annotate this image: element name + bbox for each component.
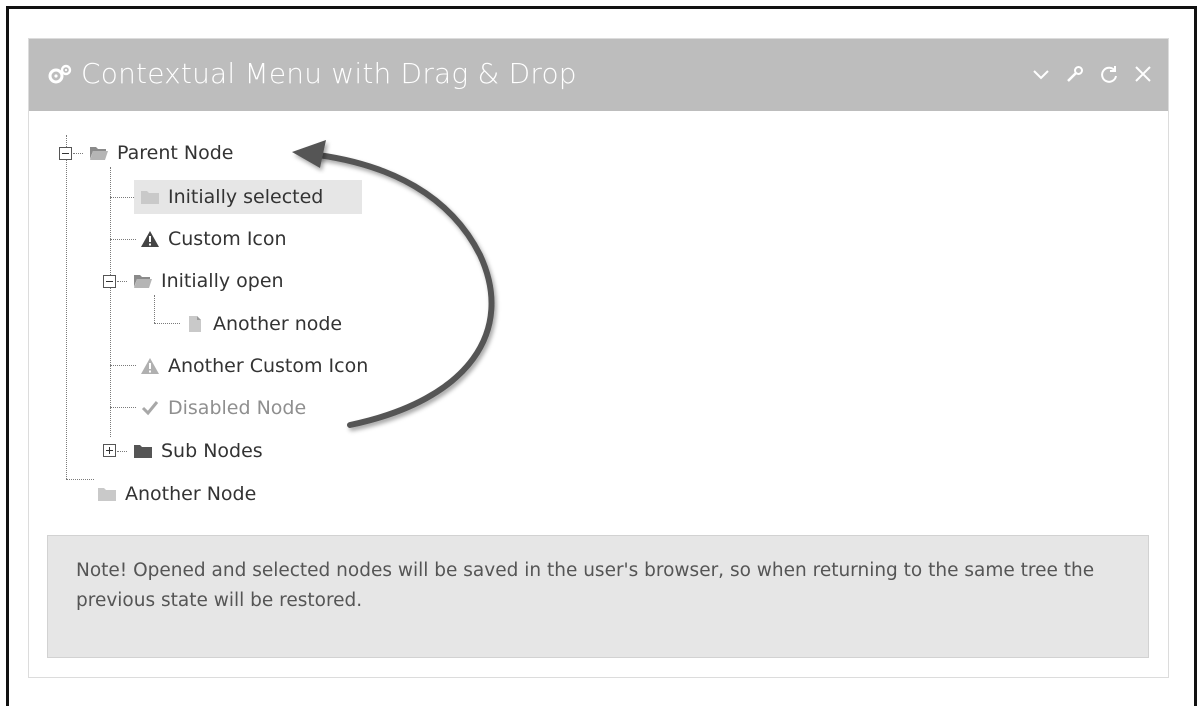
panel-header: Contextual Menu with Drag & Drop <box>29 39 1168 111</box>
toggle-parent-node[interactable] <box>59 147 72 160</box>
refresh-icon <box>1101 66 1117 83</box>
note-text: Note! Opened and selected nodes will be … <box>76 560 1095 611</box>
tree-node-initially-selected[interactable]: Initially selected <box>134 180 362 214</box>
wrench-icon <box>1067 66 1083 82</box>
tree-node-initially-open[interactable]: Initially open <box>127 264 290 298</box>
folder-dark-icon <box>134 445 152 458</box>
panel-title: Contextual Menu with Drag & Drop <box>47 57 577 91</box>
file-icon <box>189 316 201 332</box>
toggle-sub-nodes[interactable] <box>103 444 116 457</box>
warning-icon-light <box>141 358 159 374</box>
warning-icon <box>141 231 159 247</box>
tree-node-disabled[interactable]: Disabled Node <box>134 391 312 425</box>
refresh-button[interactable] <box>1098 63 1120 85</box>
toggle-initially-open[interactable] <box>103 275 116 288</box>
cogs-icon <box>48 64 72 84</box>
tree-node-another-custom-icon[interactable]: Another Custom Icon <box>134 349 374 383</box>
folder-icon <box>98 488 116 501</box>
tree-node-another-node-child[interactable]: Another node <box>179 307 348 341</box>
tree-panel: Contextual Menu with Drag & Drop Parent … <box>28 38 1169 678</box>
note-box: Note! Opened and selected nodes will be … <box>47 535 1149 658</box>
tree-node-parent[interactable]: Parent Node <box>83 136 239 170</box>
folder-icon <box>141 191 159 204</box>
close-button[interactable] <box>1132 63 1154 85</box>
check-icon <box>141 401 159 416</box>
panel-toolbar <box>1030 63 1154 85</box>
folder-open-icon <box>134 275 152 288</box>
settings-button[interactable] <box>1064 63 1086 85</box>
close-icon <box>1135 66 1151 82</box>
tree-node-another-node[interactable]: Another Node <box>91 477 262 511</box>
tree-node-custom-icon[interactable]: Custom Icon <box>134 222 293 256</box>
tree-node-sub-nodes[interactable]: Sub Nodes <box>127 434 269 468</box>
panel-title-text: Contextual Menu with Drag & Drop <box>81 57 577 90</box>
tree-view: Parent Node Initially selected Custom Ic… <box>29 111 1170 551</box>
folder-open-icon <box>90 147 108 160</box>
collapse-button[interactable] <box>1030 63 1052 85</box>
chevron-down-icon <box>1033 70 1049 80</box>
